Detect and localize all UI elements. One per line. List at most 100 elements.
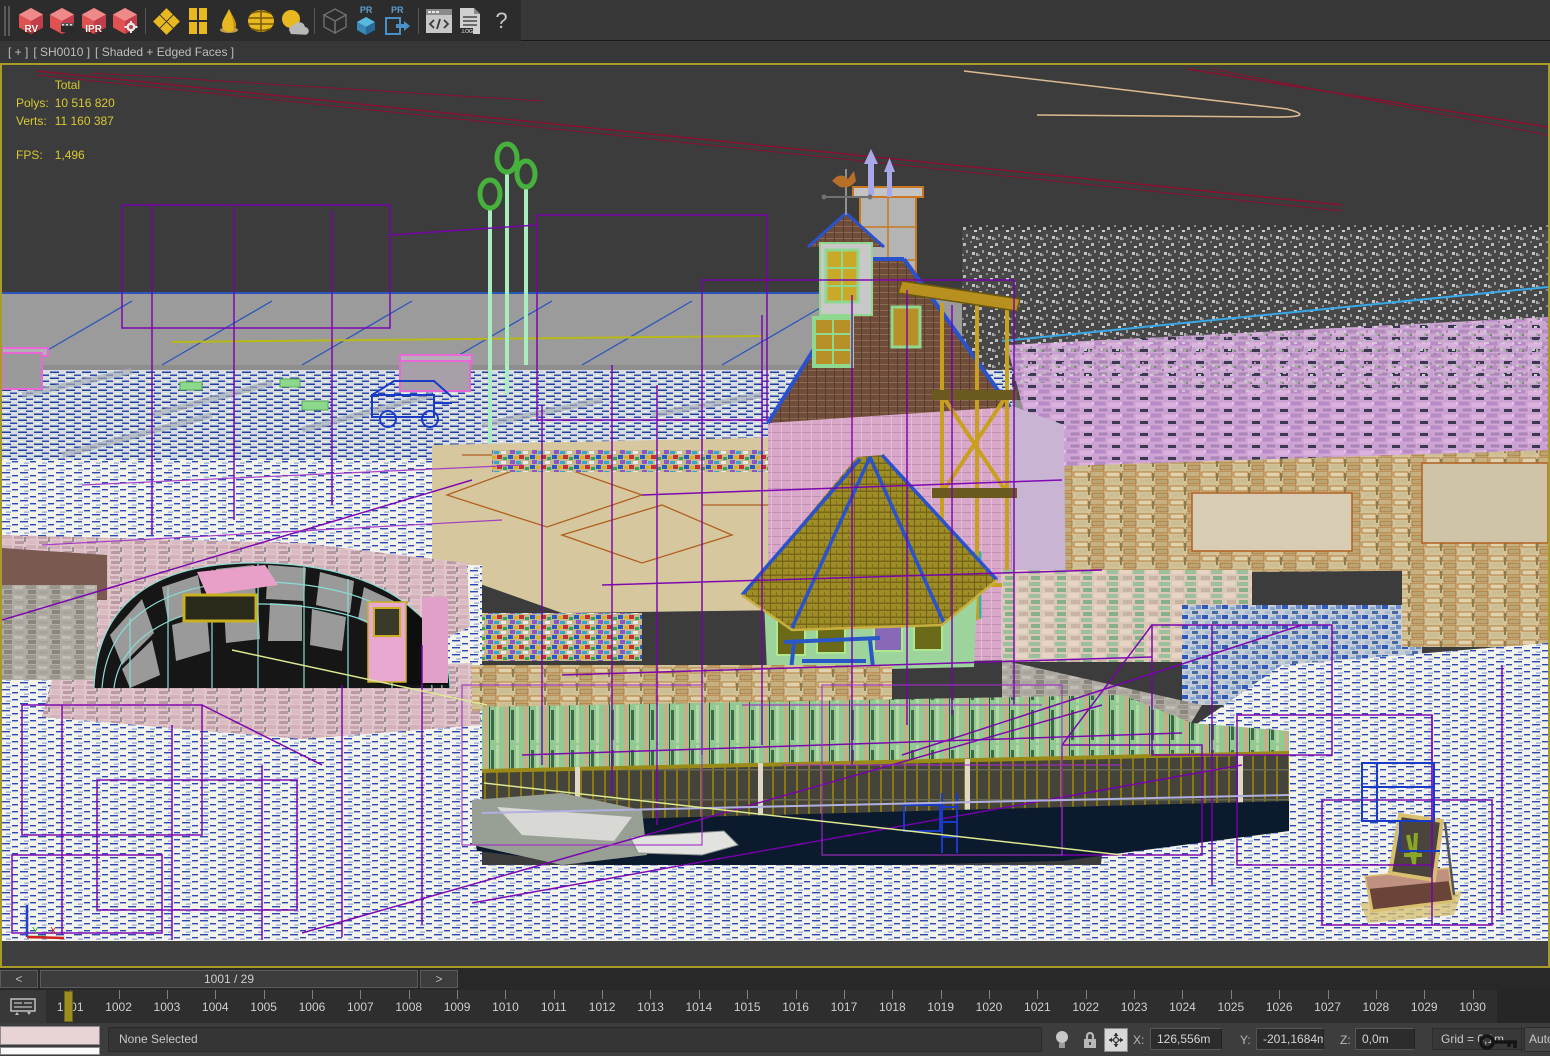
frame-tick <box>602 990 603 999</box>
axis-x-label: X <box>50 926 57 937</box>
vray-ipr-label: IPR <box>78 24 109 35</box>
frame-label-1023[interactable]: 1023 <box>1110 990 1158 1023</box>
frame-label-1022[interactable]: 1022 <box>1062 990 1110 1023</box>
y-coordinate-field[interactable]: -201,1684m <box>1256 1028 1324 1050</box>
frame-label-1030[interactable]: 1030 <box>1448 990 1496 1023</box>
time-slider-track[interactable]: 1001 / 29 <box>40 970 418 988</box>
track-bar: 1001100210031004100510061007100810091010… <box>0 990 1550 1023</box>
frame-tick <box>312 990 313 999</box>
frame-label-1008[interactable]: 1008 <box>385 990 433 1023</box>
frame-label-1024[interactable]: 1024 <box>1158 990 1206 1023</box>
frame-label-1027[interactable]: 1027 <box>1303 990 1351 1023</box>
ocean-foreground <box>2 865 1548 941</box>
viewport-menu-general[interactable]: [ + ] <box>8 45 28 59</box>
vray-render-button[interactable]: RV <box>16 4 47 38</box>
proxy-export-button[interactable]: PR <box>351 4 382 38</box>
frame-tick <box>505 990 506 999</box>
sun-sky-button[interactable] <box>277 4 309 38</box>
phoenix-ocean-button[interactable] <box>245 4 277 38</box>
frame-label-1017[interactable]: 1017 <box>820 990 868 1023</box>
frame-tick <box>796 990 797 999</box>
frame-tick <box>1376 990 1377 999</box>
lightbulb-icon <box>1055 1030 1069 1050</box>
railclone-button[interactable] <box>182 4 213 38</box>
z-coordinate-field[interactable]: 0,0m <box>1355 1028 1415 1050</box>
set-key-button[interactable] <box>1478 1031 1522 1053</box>
frame-label-1010[interactable]: 1010 <box>481 990 529 1023</box>
frame-tick <box>989 990 990 999</box>
vray-animation-render-button[interactable] <box>47 4 78 38</box>
blue-cube-icon <box>354 16 378 36</box>
frame-label-1018[interactable]: 1018 <box>868 990 916 1023</box>
window-grid-icon <box>183 6 213 36</box>
frame-label-1026[interactable]: 1026 <box>1255 990 1303 1023</box>
frame-label-1025[interactable]: 1025 <box>1207 990 1255 1023</box>
vray-film-icon <box>47 6 77 36</box>
listener-script-line[interactable] <box>0 1047 100 1055</box>
auto-key-button[interactable]: Auto <box>1524 1027 1550 1052</box>
pr-label: PR <box>382 5 413 15</box>
stats-polys-label: Polys: <box>16 95 53 111</box>
vray-settings-button[interactable] <box>109 4 140 38</box>
status-bar: None Selected X: 126,556m Y: -201,1684 <box>0 1023 1550 1056</box>
help-button[interactable]: ? <box>486 4 517 38</box>
droplet-icon <box>214 6 244 36</box>
frame-label-1019[interactable]: 1019 <box>916 990 964 1023</box>
frame-label-1021[interactable]: 1021 <box>1013 990 1061 1023</box>
script-editor-button[interactable] <box>424 4 455 38</box>
toolbar-grip-handle[interactable] <box>4 6 10 36</box>
frame-label-1007[interactable]: 1007 <box>336 990 384 1023</box>
key-icon <box>1479 1032 1521 1052</box>
frame-label-1020[interactable]: 1020 <box>965 990 1013 1023</box>
toolbar-panel: RV IPR <box>0 0 521 41</box>
isolate-toggle-button[interactable] <box>1050 1028 1074 1052</box>
frame-label-1029[interactable]: 1029 <box>1400 990 1448 1023</box>
log-viewer-button[interactable]: .LOG <box>455 4 486 38</box>
vray-ipr-button[interactable]: IPR <box>78 4 109 38</box>
z-coordinate-label: Z: <box>1340 1029 1351 1051</box>
y-coordinate-label: Y: <box>1240 1029 1251 1051</box>
frame-label-1006[interactable]: 1006 <box>288 990 336 1023</box>
frame-label-1004[interactable]: 1004 <box>191 990 239 1023</box>
stats-polys-value: 10 516 820 <box>55 95 119 111</box>
frame-tick <box>1182 990 1183 999</box>
frame-label-1005[interactable]: 1005 <box>239 990 287 1023</box>
phoenix-liquid-button[interactable] <box>213 4 244 38</box>
proxy-import-button[interactable]: PR <box>382 4 413 38</box>
listener-macro-line[interactable] <box>0 1026 100 1045</box>
proxy-cube-button[interactable] <box>319 4 350 38</box>
maxscript-mini-listener[interactable] <box>0 1026 102 1056</box>
frame-tick <box>409 990 410 999</box>
frame-tick <box>119 990 120 999</box>
frame-tick <box>360 990 361 999</box>
frame-label-1012[interactable]: 1012 <box>578 990 626 1023</box>
frame-label-1013[interactable]: 1013 <box>626 990 674 1023</box>
frame-label-1009[interactable]: 1009 <box>433 990 481 1023</box>
viewport-menu-camera[interactable]: [ SH0010 ] <box>33 45 90 59</box>
frame-label-1028[interactable]: 1028 <box>1352 990 1400 1023</box>
frame-tick <box>215 990 216 999</box>
timeline-playhead[interactable] <box>64 991 73 1022</box>
curve-editor-icon <box>10 998 36 1016</box>
frame-label-1011[interactable]: 1011 <box>530 990 578 1023</box>
next-frame-button[interactable]: > <box>420 970 458 988</box>
frame-label-1015[interactable]: 1015 <box>723 990 771 1023</box>
forest-scatter-button[interactable] <box>151 4 182 38</box>
status-separator <box>1521 1026 1522 1053</box>
x-coordinate-field[interactable]: 126,556m <box>1150 1028 1222 1050</box>
previous-frame-button[interactable]: < <box>0 970 38 988</box>
frame-label-1014[interactable]: 1014 <box>675 990 723 1023</box>
viewport-scene[interactable]: Y X <box>2 65 1548 941</box>
mini-curve-editor-button[interactable] <box>0 990 46 1023</box>
frame-label-1002[interactable]: 1002 <box>94 990 142 1023</box>
viewport-menu-shading[interactable]: [ Shaded + Edged Faces ] <box>95 45 234 59</box>
timeline-ruler[interactable]: 1001100210031004100510061007100810091010… <box>46 990 1497 1023</box>
viewport-empty-strip <box>2 941 1548 966</box>
viewport-canvas[interactable]: Y X Total Polys: 10 516 820 Verts: 11 16… <box>2 65 1548 941</box>
frame-label-1003[interactable]: 1003 <box>143 990 191 1023</box>
frame-tick <box>554 990 555 999</box>
absolute-relative-toggle[interactable] <box>1104 1028 1128 1052</box>
selection-lock-button[interactable] <box>1078 1028 1102 1052</box>
frame-label-1016[interactable]: 1016 <box>771 990 819 1023</box>
frame-tick <box>264 990 265 999</box>
